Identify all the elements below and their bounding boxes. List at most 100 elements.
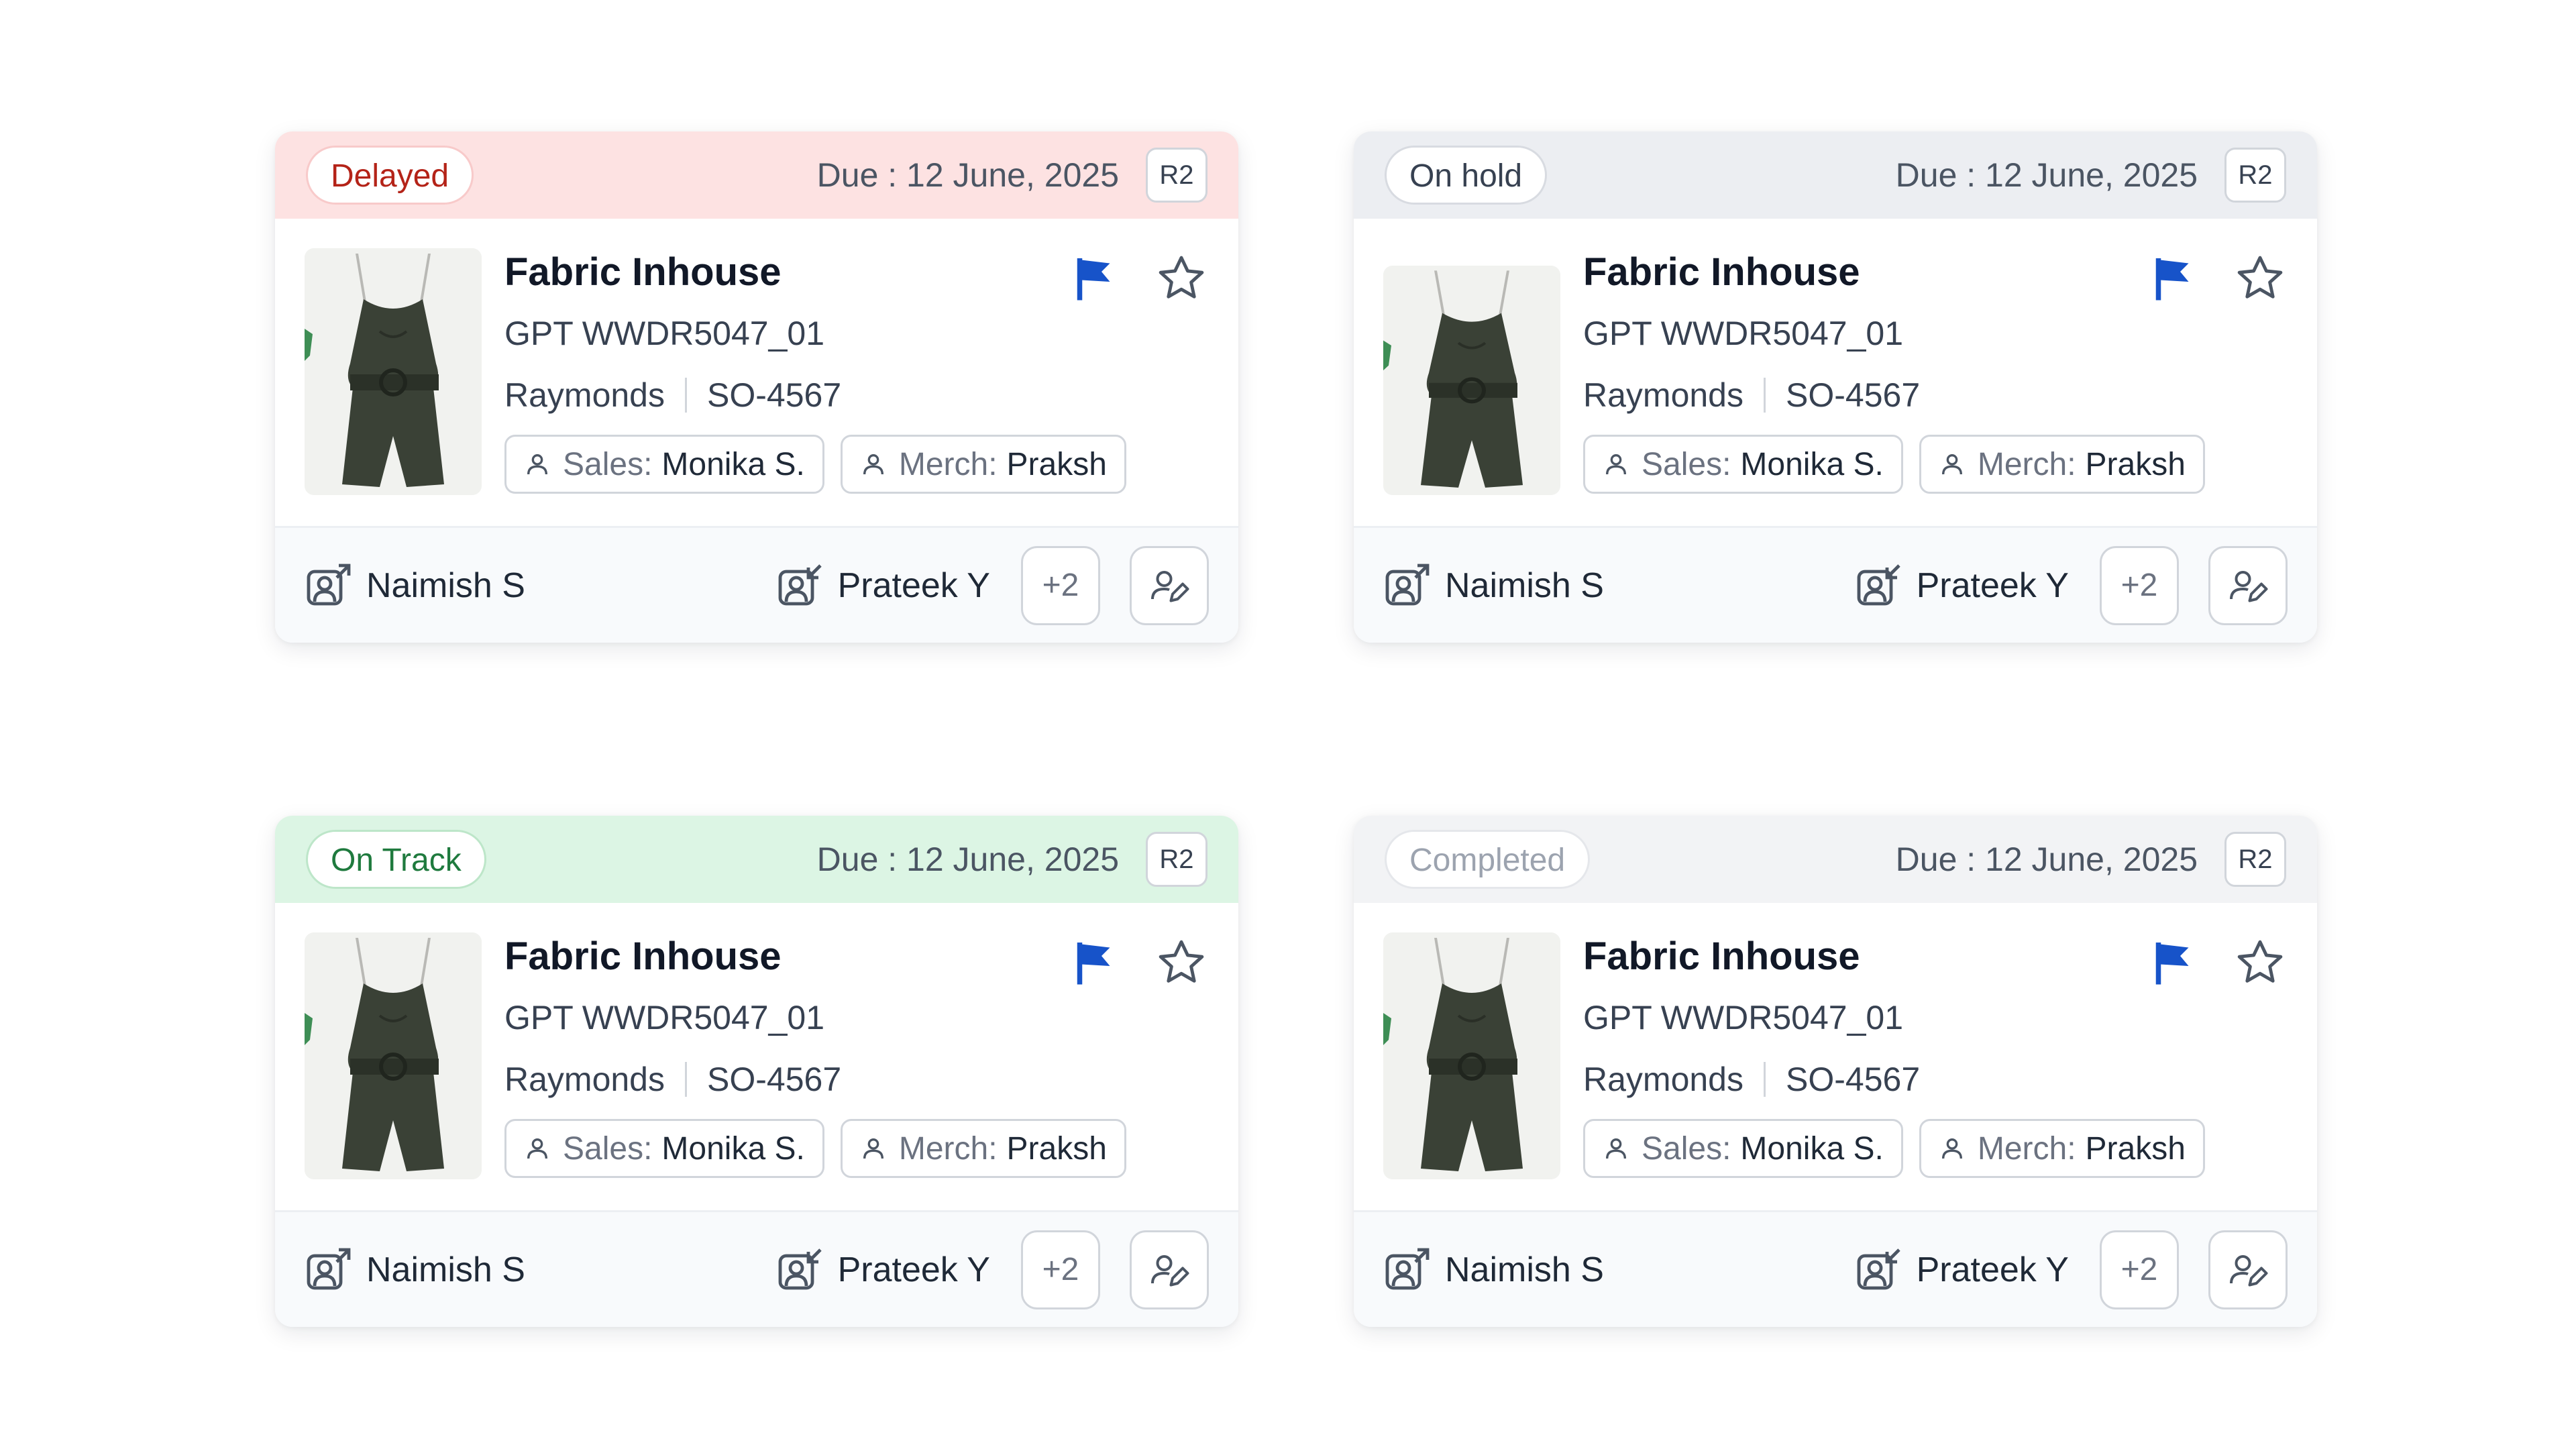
divider [685, 1062, 687, 1097]
person-icon [527, 454, 547, 475]
merch-owner-tag[interactable]: Merch: Praksh [1919, 435, 2205, 494]
revision-badge: R2 [1146, 148, 1208, 203]
person-icon [1941, 454, 1962, 475]
merch-owner-tag[interactable]: Merch: Praksh [840, 435, 1126, 494]
style-code: GPT WWDR5047_01 [1583, 999, 1904, 1036]
merch-owner-tag[interactable]: Merch: Praksh [1919, 1119, 2205, 1178]
task-card-delayed[interactable]: Delayed Due : 12 June, 2025 R2 Fabric In… [275, 131, 1238, 643]
person-icon [863, 1138, 883, 1159]
sales-name: Monika S. [661, 446, 805, 482]
due-date: Due : 12 June, 2025 [1895, 156, 2198, 194]
status-badge: Completed [1385, 830, 1591, 889]
task-card-on-track[interactable]: On Track Due : 12 June, 2025 R2 Fabric I… [275, 816, 1238, 1327]
assign-in-icon [1857, 564, 1900, 605]
assign-in-icon [778, 564, 822, 605]
divider [1764, 1062, 1766, 1097]
card-header: On hold Due : 12 June, 2025 R2 [1354, 131, 2317, 219]
buyer-name: Raymonds [504, 376, 665, 414]
card-footer: Naimish S Prateek Y +2 [1354, 526, 2317, 643]
merch-label: Merch: [1977, 446, 2076, 482]
assignee-secondary-name: Prateek Y [837, 566, 990, 605]
order-meta: Raymonds SO-4567 [1583, 376, 1920, 415]
flag-icon[interactable] [1075, 255, 1115, 302]
order-number: SO-4567 [707, 376, 842, 414]
assignee-primary[interactable]: Naimish S [1383, 561, 1604, 610]
edit-assignees-button[interactable] [2208, 1230, 2288, 1309]
more-assignees-button[interactable]: +2 [2100, 545, 2179, 625]
star-icon[interactable] [2234, 252, 2286, 305]
style-code: GPT WWDR5047_01 [504, 315, 825, 352]
product-image[interactable] [305, 248, 482, 495]
merch-owner-tag[interactable]: Merch: Praksh [840, 1119, 1126, 1178]
assignee-secondary[interactable]: Prateek Y [1855, 1246, 2069, 1294]
sales-owner-tag[interactable]: Sales: Monika S. [504, 1119, 824, 1178]
sales-owner-tag[interactable]: Sales: Monika S. [1583, 435, 1903, 494]
assignee-secondary[interactable]: Prateek Y [1855, 561, 2069, 610]
more-assignees-button[interactable]: +2 [1021, 1230, 1100, 1309]
merch-name: Praksh [2085, 1130, 2186, 1167]
buyer-name: Raymonds [1583, 1061, 1743, 1098]
merch-label: Merch: [898, 1130, 998, 1167]
due-date: Due : 12 June, 2025 [1895, 841, 2198, 878]
sales-label: Sales: [1642, 446, 1731, 482]
user-edit-icon [1151, 1254, 1189, 1286]
flag-icon[interactable] [2153, 255, 2194, 302]
merch-label: Merch: [898, 446, 998, 482]
user-edit-icon [2230, 1254, 2268, 1286]
edit-assignees-button[interactable] [1130, 545, 1209, 625]
star-icon[interactable] [1155, 936, 1208, 989]
edit-assignees-button[interactable] [2208, 545, 2288, 625]
revision-badge: R2 [2224, 832, 2286, 887]
task-card-on-hold[interactable]: On hold Due : 12 June, 2025 R2 Fabric In… [1354, 131, 2317, 643]
product-image[interactable] [1383, 932, 1560, 1179]
card-header: On Track Due : 12 June, 2025 R2 [275, 816, 1238, 903]
sales-label: Sales: [1642, 1130, 1731, 1167]
sales-owner-tag[interactable]: Sales: Monika S. [1583, 1119, 1903, 1178]
star-icon[interactable] [1155, 252, 1208, 305]
order-number: SO-4567 [1786, 1061, 1921, 1098]
style-code: GPT WWDR5047_01 [1583, 315, 1904, 352]
order-number: SO-4567 [707, 1061, 842, 1098]
task-title: Fabric Inhouse [1583, 250, 1860, 294]
product-image[interactable] [1383, 266, 1560, 495]
sales-label: Sales: [563, 446, 653, 482]
task-card-completed[interactable]: Completed Due : 12 June, 2025 R2 Fabric … [1354, 816, 2317, 1327]
assignee-secondary[interactable]: Prateek Y [776, 561, 990, 610]
assignee-secondary[interactable]: Prateek Y [776, 1246, 990, 1294]
divider [1764, 378, 1766, 413]
more-assignees-button[interactable]: +2 [1021, 545, 1100, 625]
style-code: GPT WWDR5047_01 [504, 999, 825, 1036]
assignee-secondary-name: Prateek Y [1916, 1250, 2069, 1289]
card-body: Fabric Inhouse GPT WWDR5047_01 Raymonds … [275, 219, 1238, 495]
assign-in-icon [778, 1248, 822, 1289]
assignee-primary[interactable]: Naimish S [305, 561, 525, 610]
product-image[interactable] [305, 932, 482, 1179]
sales-owner-tag[interactable]: Sales: Monika S. [504, 435, 824, 494]
divider [685, 378, 687, 413]
star-icon[interactable] [2234, 936, 2286, 989]
dress-image [1383, 932, 1560, 1179]
assignee-primary[interactable]: Naimish S [305, 1246, 525, 1294]
merch-label: Merch: [1977, 1130, 2076, 1167]
assignee-primary[interactable]: Naimish S [1383, 1246, 1604, 1294]
flag-icon[interactable] [1075, 939, 1115, 986]
card-body: Fabric Inhouse GPT WWDR5047_01 Raymonds … [275, 903, 1238, 1179]
revision-badge: R2 [1146, 832, 1208, 887]
dress-image [305, 248, 482, 495]
revision-badge: R2 [2224, 148, 2286, 203]
assignee-primary-name: Naimish S [366, 566, 525, 605]
dress-image [305, 932, 482, 1179]
assignee-primary-name: Naimish S [366, 1250, 525, 1289]
edit-assignees-button[interactable] [1130, 1230, 1209, 1309]
order-meta: Raymonds SO-4567 [504, 376, 841, 415]
task-title: Fabric Inhouse [504, 934, 782, 978]
assign-in-icon [1857, 1248, 1900, 1289]
due-date: Due : 12 June, 2025 [816, 156, 1119, 194]
owner-tags: Sales: Monika S. Merch: Praksh [504, 1119, 1142, 1178]
assign-out-icon [1385, 1248, 1430, 1289]
task-title: Fabric Inhouse [1583, 934, 1860, 978]
flag-icon[interactable] [2153, 939, 2194, 986]
more-assignees-button[interactable]: +2 [2100, 1230, 2179, 1309]
owner-tags: Sales: Monika S. Merch: Praksh [1583, 1119, 2221, 1178]
sales-name: Monika S. [1740, 1130, 1884, 1167]
